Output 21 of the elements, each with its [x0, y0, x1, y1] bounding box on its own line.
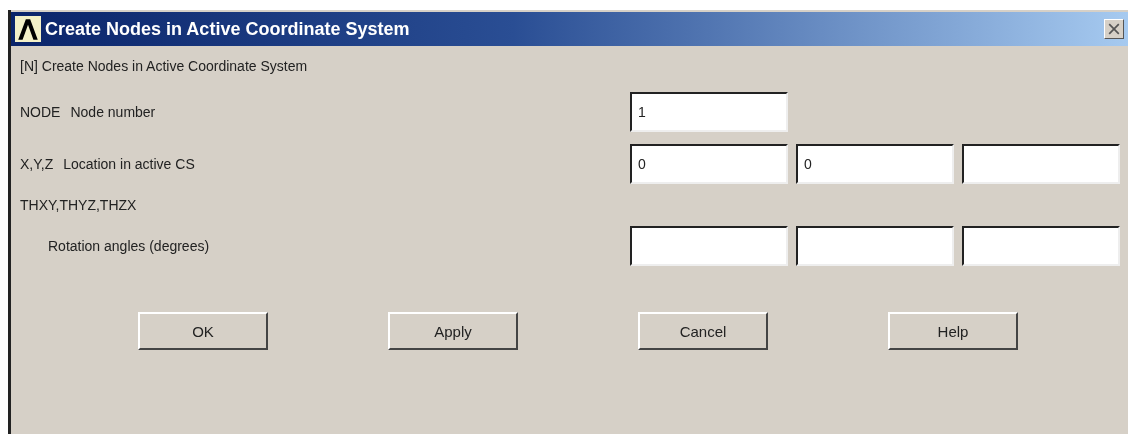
dialog-heading: [N] Create Nodes in Active Coordinate System [20, 57, 309, 76]
input-field[interactable] [962, 226, 1120, 266]
field-label: Rotation angles (degrees) [48, 238, 210, 254]
input-field[interactable] [630, 226, 788, 266]
dialog-button[interactable]: Cancel [638, 312, 768, 350]
field-label: Location in active CS [63, 156, 195, 172]
input-field[interactable]: 0 [630, 144, 788, 184]
dialog-button[interactable]: Apply [388, 312, 518, 350]
input-field[interactable]: 1 [630, 92, 788, 132]
parameter-code: X,Y,Z [20, 156, 54, 172]
input-field[interactable] [962, 144, 1120, 184]
input-field[interactable] [796, 226, 954, 266]
window-title: Create Nodes in Active Coordinate System [45, 18, 411, 40]
logo-icon [15, 16, 41, 42]
parameter-code: THXY,THYZ,THZX [20, 197, 137, 213]
dialog-button[interactable]: Help [888, 312, 1018, 350]
parameter-code: NODE [20, 104, 61, 120]
field-label: Node number [70, 104, 156, 120]
input-field[interactable]: 0 [796, 144, 954, 184]
close-button[interactable] [1104, 19, 1124, 39]
dialog-button[interactable]: OK [138, 312, 268, 350]
